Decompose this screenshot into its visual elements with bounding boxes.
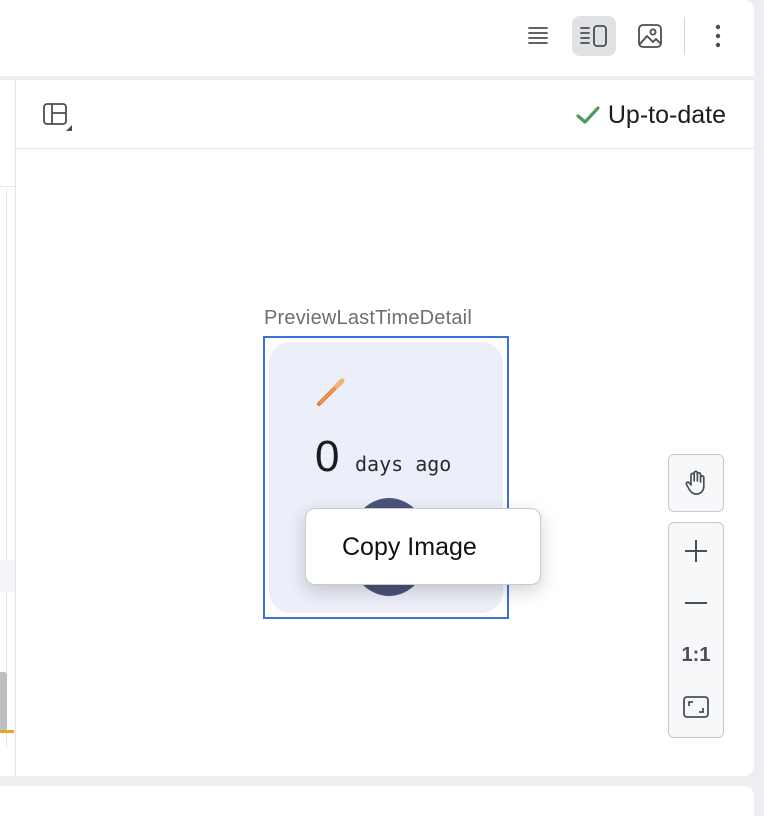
- editor-edge: [0, 80, 16, 776]
- checkmark-icon: [576, 106, 600, 124]
- more-options-icon: [715, 24, 721, 48]
- minus-icon: [685, 602, 707, 604]
- editor-toolbar: [0, 0, 754, 76]
- build-status: Up-to-date: [576, 100, 726, 130]
- preview-header: Up-to-date: [16, 80, 754, 149]
- actual-size-button[interactable]: 1:1: [669, 633, 723, 677]
- fit-screen-button[interactable]: [669, 685, 723, 729]
- days-count: 0: [315, 432, 340, 481]
- toolbar-separator: [684, 17, 685, 55]
- split-view-icon: [580, 25, 607, 47]
- layout-button[interactable]: [42, 102, 74, 132]
- code-view-icon: [528, 27, 548, 44]
- context-menu: Copy Image: [305, 508, 541, 585]
- design-view-button[interactable]: [628, 16, 672, 56]
- zoom-in-button[interactable]: [669, 529, 723, 573]
- split-view-button[interactable]: [572, 16, 616, 56]
- fit-screen-icon: [683, 696, 709, 718]
- preview-panel: Up-to-date PreviewLastTimeDetail 0 days …: [0, 80, 754, 776]
- design-view-icon: [638, 24, 662, 48]
- copy-image-menu-item[interactable]: Copy Image: [342, 533, 477, 562]
- more-options-button[interactable]: [696, 16, 740, 56]
- current-line-highlight: [0, 560, 15, 592]
- code-view-button[interactable]: [516, 16, 560, 56]
- preview-name: PreviewLastTimeDetail: [264, 307, 472, 329]
- status-text: Up-to-date: [607, 100, 726, 129]
- zoom-out-button[interactable]: [669, 581, 723, 625]
- layout-panels-icon: [43, 103, 72, 131]
- scrollbar-thumb[interactable]: [0, 672, 7, 732]
- hand-pan-icon: [685, 470, 705, 495]
- days-ago-label: days ago: [355, 452, 452, 476]
- pan-button[interactable]: [669, 461, 723, 505]
- zoom-controls: 1:1: [668, 522, 724, 738]
- marker-strip: [0, 730, 14, 733]
- bottom-panel: [0, 786, 754, 816]
- toothbrush-icon: [317, 378, 345, 406]
- pan-tool-group: [668, 454, 724, 512]
- plus-icon: [685, 540, 707, 562]
